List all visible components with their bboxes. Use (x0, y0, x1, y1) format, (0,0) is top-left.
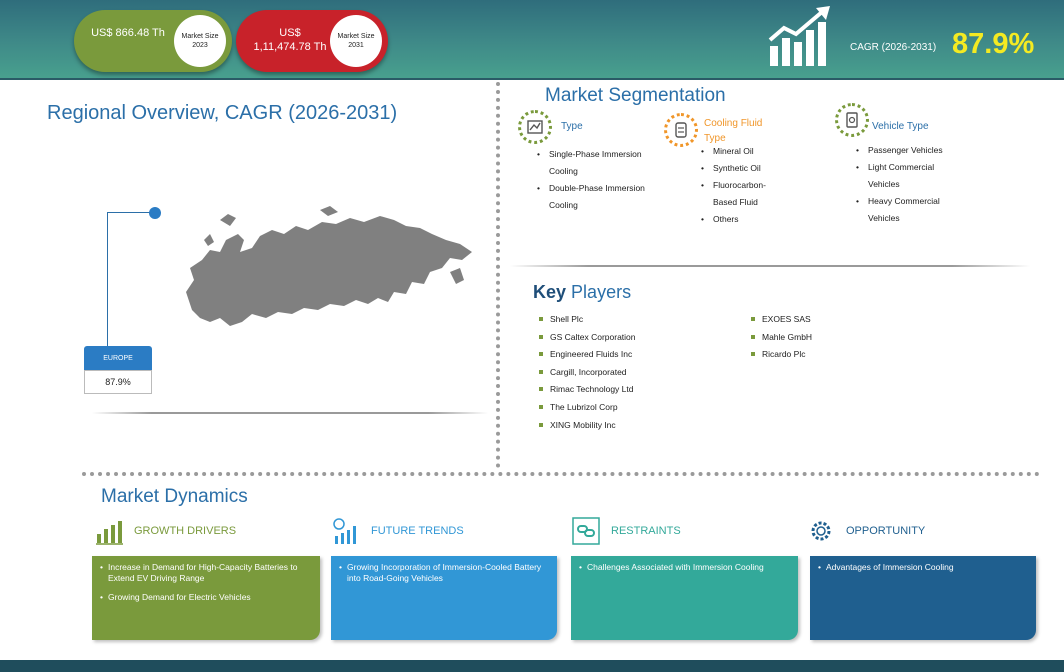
market-size-label: Market Size (181, 33, 219, 40)
list-item: Challenges Associated with Immersion Coo… (579, 562, 792, 573)
market-segmentation-title: Market Segmentation (545, 85, 726, 106)
key-player-item: Rimac Technology Ltd (536, 381, 716, 399)
segment-heading-vehicle-type: Vehicle Type (872, 121, 929, 132)
segment-list-type: Single-Phase Immersion Cooling Double-Ph… (537, 146, 657, 214)
key-player-item: Ricardo Plc (748, 346, 908, 364)
opportunity-header: OPPORTUNITY (806, 516, 925, 546)
market-size-2031-value: US$ 1,11,474.78 Th (253, 27, 327, 53)
market-size-2023-value: US$ 866.48 Th (91, 27, 165, 39)
cagr-label: CAGR (2026-2031) (850, 42, 937, 53)
vehicle-type-icon (835, 103, 869, 137)
list-item: Others (701, 211, 783, 228)
list-item: Increase in Demand for High-Capacity Bat… (100, 562, 314, 584)
chain-icon (572, 517, 600, 545)
list-item: Single-Phase Immersion Cooling (537, 146, 657, 180)
key-players-title-rest: Players (571, 282, 632, 302)
list-item: Passenger Vehicles (856, 142, 966, 159)
key-player-item: GS Caltex Corporation (536, 329, 716, 347)
region-cagr-value: 87.9% (84, 370, 152, 394)
list-item: Double-Phase Immersion Cooling (537, 180, 657, 214)
restraints-header: RESTRAINTS (571, 516, 681, 546)
market-dynamics-title: Market Dynamics (101, 486, 248, 507)
segment-heading-type: Type (561, 121, 583, 132)
type-icon (518, 110, 552, 144)
europe-map (186, 206, 472, 326)
restraints-heading: RESTRAINTS (611, 525, 681, 537)
region-marker-dot (149, 207, 161, 219)
market-size-2031-pill: US$ 1,11,474.78 Th Market Size 2031 (236, 10, 388, 72)
divider (92, 412, 488, 414)
segment-list-cooling-fluid: Mineral Oil Synthetic Oil Fluorocarbon-B… (701, 143, 783, 228)
market-size-year: 2031 (348, 42, 364, 49)
market-size-year: 2023 (192, 42, 208, 49)
list-item: Heavy Commercial Vehicles (856, 193, 966, 227)
key-player-item: The Lubrizol Corp (536, 399, 716, 417)
cooling-fluid-icon (664, 113, 698, 147)
list-item: Synthetic Oil (701, 160, 783, 177)
future-trends-header: FUTURE TRENDS (331, 516, 464, 546)
growth-drivers-header: GROWTH DRIVERS (94, 516, 236, 546)
list-item: Fluorocarbon-Based Fluid (701, 177, 783, 211)
growth-drivers-heading: GROWTH DRIVERS (134, 525, 237, 537)
regional-overview-title: Regional Overview, CAGR (2026-2031) (47, 102, 398, 124)
key-players-title: Key Players (533, 282, 631, 303)
opportunity-heading: OPPORTUNITY (846, 525, 926, 537)
growth-drivers-card: Increase in Demand for High-Capacity Bat… (92, 556, 320, 640)
key-player-item: XING Mobility Inc (536, 417, 716, 435)
future-trends-heading: FUTURE TRENDS (371, 525, 464, 537)
callout-line (107, 212, 153, 213)
list-item: Growing Incorporation of Immersion-Coole… (339, 562, 551, 584)
key-players-list-1: Shell Plc GS Caltex Corporation Engineer… (536, 311, 716, 434)
vertical-divider (496, 82, 500, 468)
market-size-2023-pill: US$ 866.48 Th Market Size 2023 (74, 10, 232, 72)
key-player-item: Engineered Fluids Inc (536, 346, 716, 364)
divider (510, 265, 1030, 267)
list-item: Mineral Oil (701, 143, 783, 160)
callout-line (107, 212, 108, 346)
key-player-item: EXOES SAS (748, 311, 908, 329)
key-player-item: Shell Plc (536, 311, 716, 329)
key-players-title-bold: Key (533, 282, 567, 302)
list-item: Light Commercial Vehicles (856, 159, 966, 193)
segment-list-vehicle-type: Passenger Vehicles Light Commercial Vehi… (856, 142, 966, 227)
key-players-list-2: EXOES SAS Mahle GmbH Ricardo Plc (748, 311, 908, 364)
market-size-label: Market Size (337, 33, 375, 40)
horizontal-divider (82, 472, 1040, 476)
cagr-value: 87.9% (952, 28, 1035, 60)
segment-heading-cooling-fluid: Cooling Fluid Type (704, 118, 763, 144)
footer-bar (0, 660, 1064, 672)
header-banner: US$ 866.48 Th Market Size 2023 US$ 1,11,… (0, 0, 1064, 80)
key-player-item: Cargill, Incorporated (536, 364, 716, 382)
region-name-label: EUROPE (84, 346, 152, 370)
opportunity-card: Advantages of Immersion Cooling (810, 556, 1036, 640)
list-item: Growing Demand for Electric Vehicles (100, 592, 314, 603)
gear-icon (811, 521, 831, 541)
growth-chart-icon (768, 6, 830, 66)
market-size-2023-badge: Market Size 2023 (174, 15, 226, 67)
key-player-item: Mahle GmbH (748, 329, 908, 347)
market-size-2031-badge: Market Size 2031 (330, 15, 382, 67)
future-trends-card: Growing Incorporation of Immersion-Coole… (331, 556, 557, 640)
trend-icon (333, 518, 356, 544)
restraints-card: Challenges Associated with Immersion Coo… (571, 556, 798, 640)
bar-chart-icon (96, 521, 123, 545)
list-item: Advantages of Immersion Cooling (818, 562, 1030, 573)
